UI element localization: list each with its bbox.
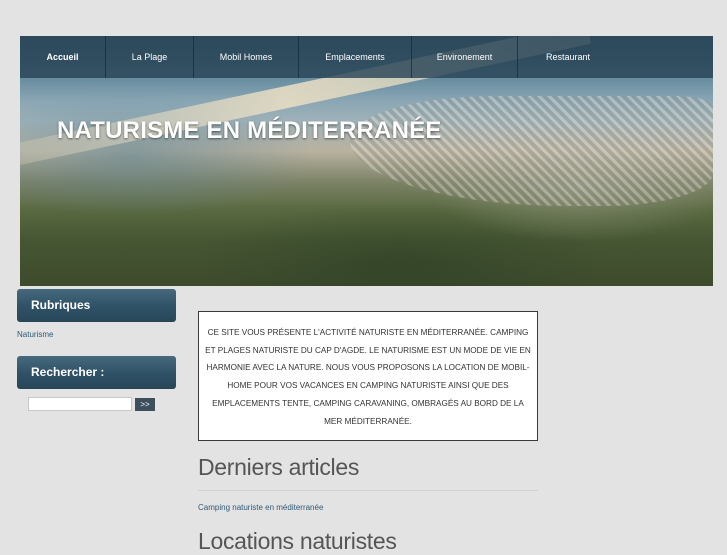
search-input[interactable] xyxy=(28,397,132,411)
nav-item-accueil[interactable]: Accueil xyxy=(20,36,106,78)
main-nav: Accueil La Plage Mobil Homes Emplacement… xyxy=(20,36,713,78)
nav-item-environement[interactable]: Environement xyxy=(412,36,518,78)
search-submit-button[interactable]: >> xyxy=(135,398,155,411)
rubriques-heading: Rubriques xyxy=(17,289,176,322)
nav-item-la-plage[interactable]: La Plage xyxy=(106,36,194,78)
sidebar-item-naturisme[interactable]: Naturisme xyxy=(17,330,53,339)
search-heading: Rechercher : xyxy=(17,356,176,389)
latest-articles-heading: Derniers articles xyxy=(198,454,360,480)
site-title: NATURISME EN MÉDITERRANÉE xyxy=(57,117,442,144)
article-link[interactable]: Camping naturiste en méditerranée xyxy=(198,503,323,512)
nav-item-emplacements[interactable]: Emplacements xyxy=(299,36,412,78)
intro-text-box: CE SITE VOUS PRÉSENTE L'ACTIVITÉ NATURIS… xyxy=(198,311,538,441)
section-divider xyxy=(198,490,538,491)
rentals-heading: Locations naturistes xyxy=(198,528,397,554)
nav-item-mobil-homes[interactable]: Mobil Homes xyxy=(194,36,299,78)
nav-item-restaurant[interactable]: Restaurant xyxy=(518,36,618,78)
